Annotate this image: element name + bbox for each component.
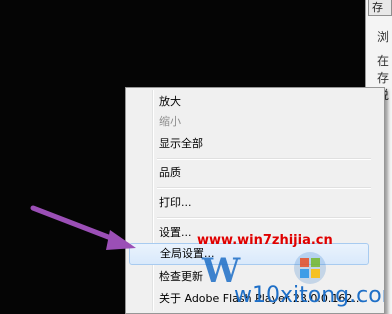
windows-flag-icon <box>294 252 326 284</box>
watermark-brand: w10xitong.com <box>234 283 384 308</box>
watermark-logo-icon: W w10xitong.com <box>201 251 384 308</box>
